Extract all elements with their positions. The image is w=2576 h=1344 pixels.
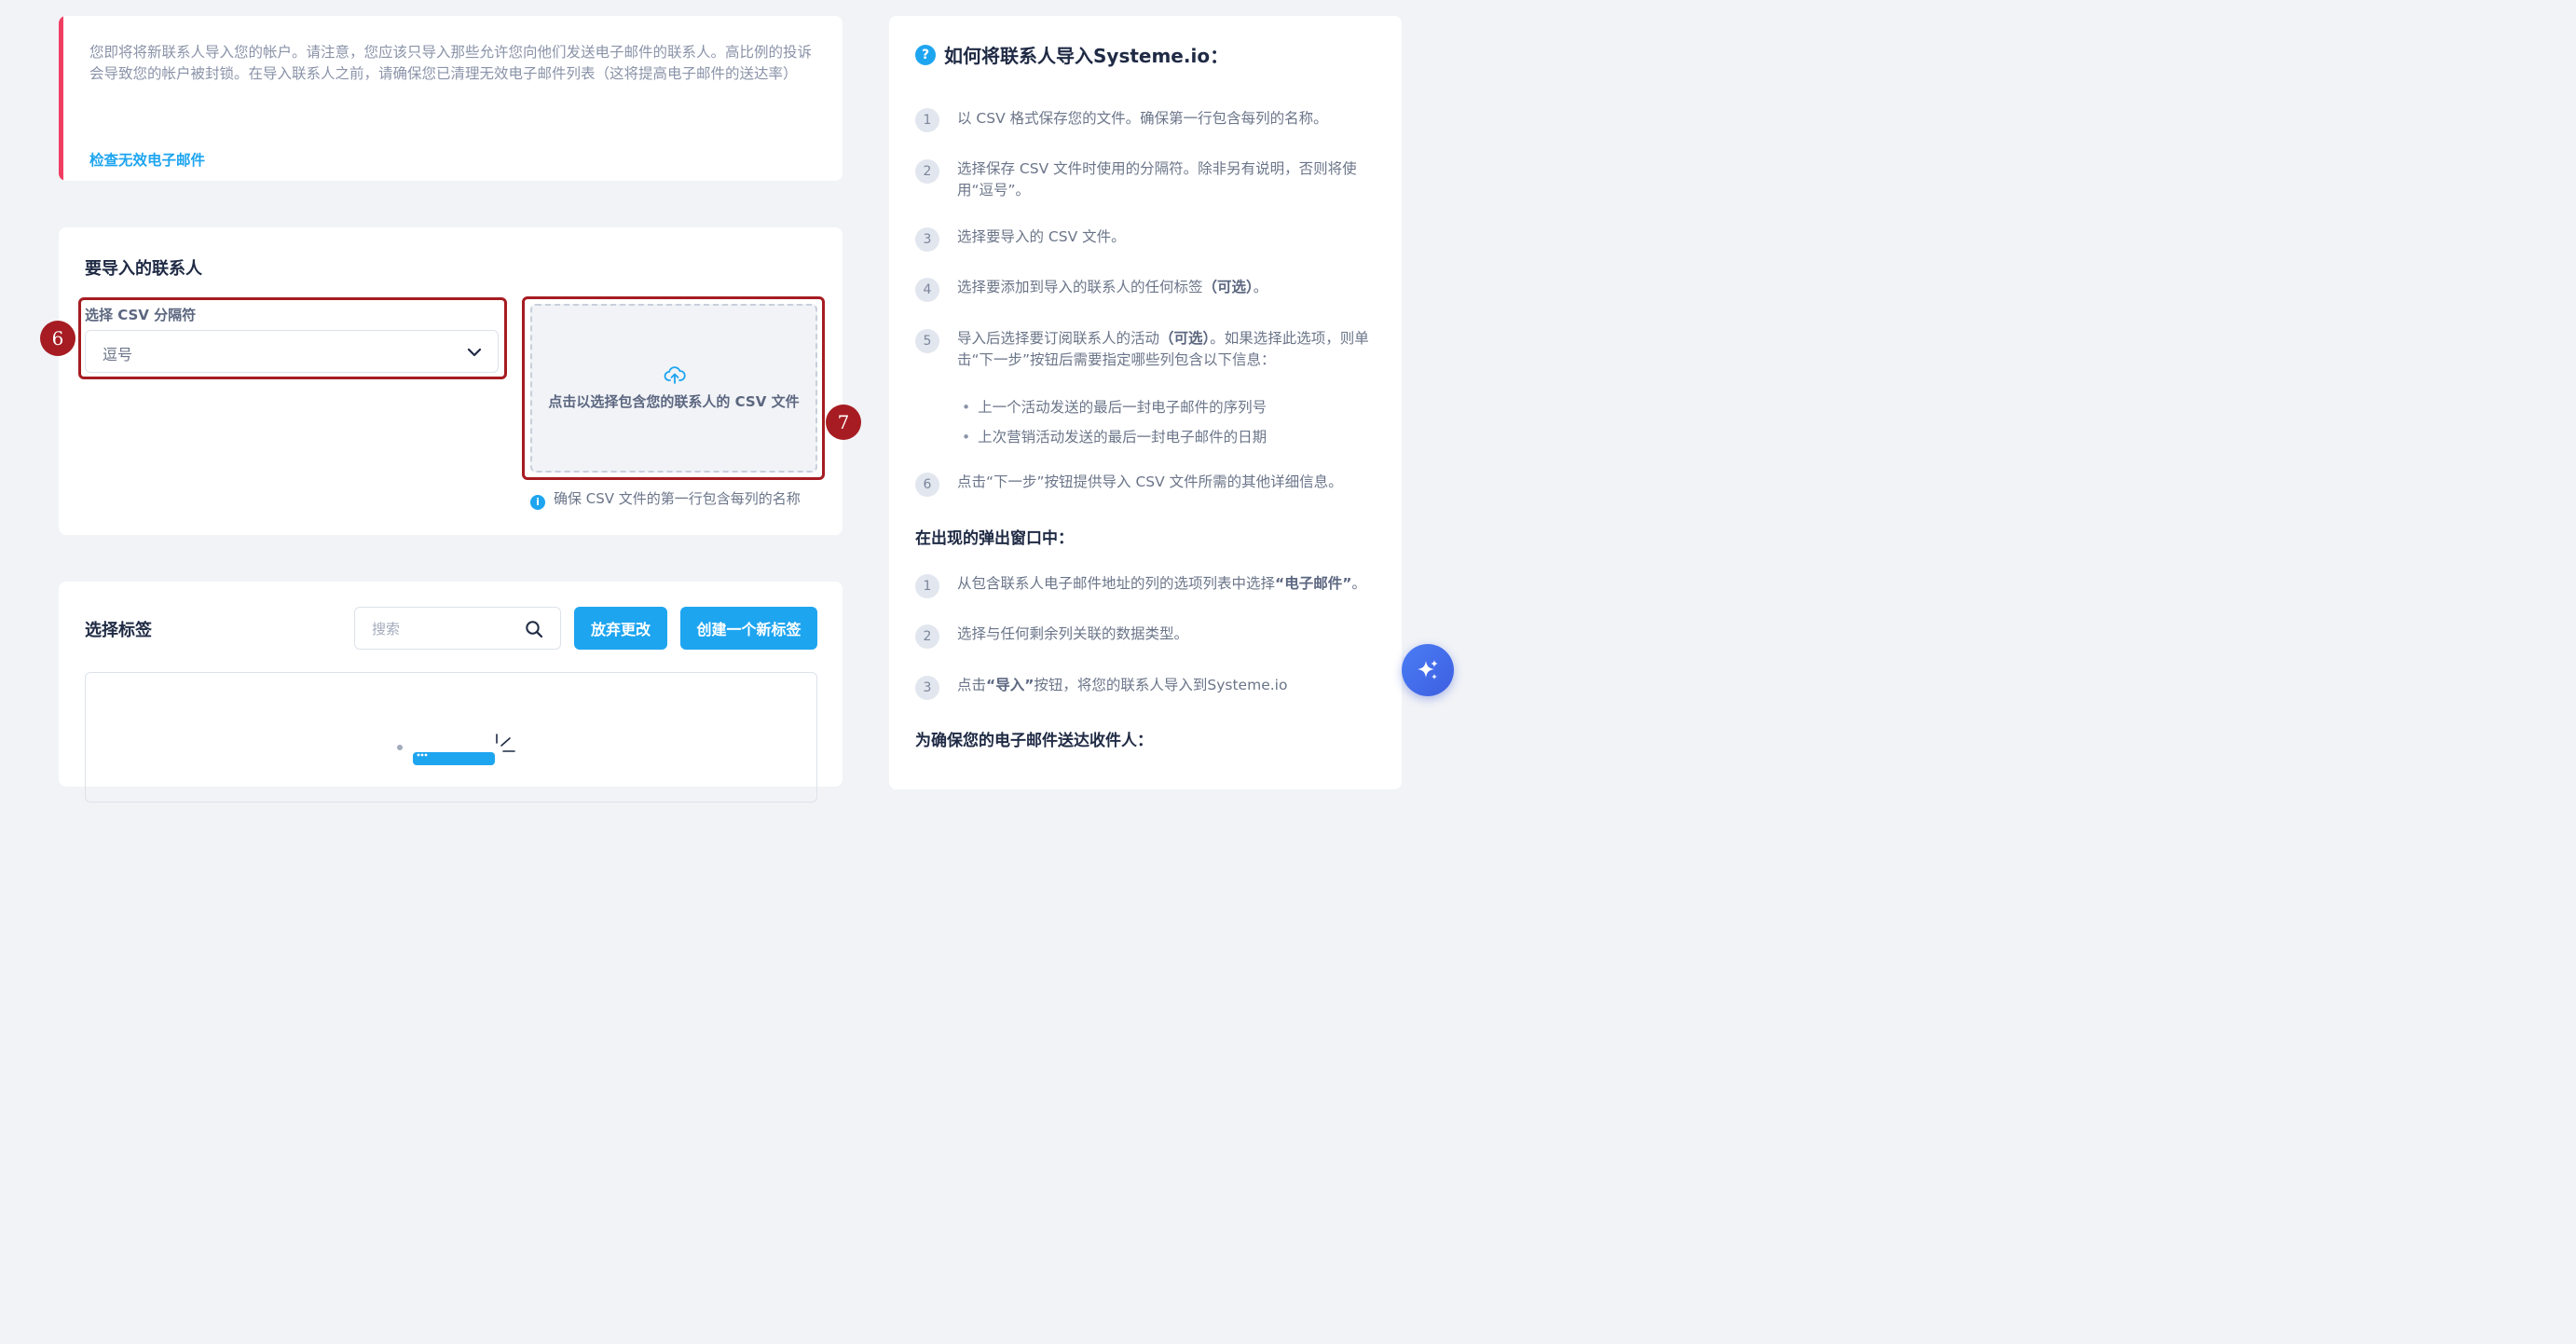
popup-step-text: 选择与任何剩余列关联的数据类型。 — [957, 625, 1189, 642]
select-tags-card: 选择标签 放弃更改 创建一个新标签 — [59, 582, 843, 802]
help-bullet: 上次营销活动发送的最后一封电子邮件的日期 — [962, 426, 1267, 446]
help-step-text-part: 点击 — [957, 677, 987, 693]
sparkle-icon — [1418, 660, 1438, 679]
help-title: 如何将联系人导入Systeme.io： — [944, 45, 1229, 67]
help-step-text-part: 。 — [1253, 279, 1268, 295]
popup-step-number: 2 — [915, 624, 939, 649]
help-step-text: 点击“下一步”按钮提供导入 CSV 文件所需的其他详细信息。 — [957, 473, 1343, 490]
empty-state-illustration-icon — [397, 734, 515, 765]
help-step-number: 5 — [915, 329, 939, 353]
optional-label: （可选） — [1159, 330, 1211, 347]
help-step-text: 选择要添加到导入的联系人的任何标签（可选）。 — [957, 277, 1381, 298]
help-question-icon: ? — [915, 45, 936, 65]
search-icon[interactable] — [525, 620, 543, 638]
deliverability-heading: 为确保您的电子邮件送达收件人： — [915, 732, 1153, 750]
help-step-text-part: 导入后选择要订阅联系人的活动 — [957, 330, 1160, 347]
warning-accent-bar — [59, 16, 63, 181]
popup-step-text: 点击“导入”按钮，将您的联系人导入到Systeme.io — [957, 675, 1381, 696]
popup-step-text: 从包含联系人电子邮件地址的列的选项列表中选择“电子邮件”。 — [957, 573, 1381, 595]
help-step-text: 选择保存 CSV 文件时使用的分隔符。除非另有说明，否则将使用“逗号”。 — [957, 160, 1357, 199]
help-step-number: 1 — [915, 108, 939, 132]
create-new-tag-button[interactable]: 创建一个新标签 — [680, 607, 817, 650]
step-marker-6: 6 — [40, 321, 75, 356]
warning-text: 您即将将新联系人导入您的帐户。请注意，您应该只导入那些允许您向他们发送电子邮件的… — [89, 44, 813, 82]
tag-search-box — [354, 607, 561, 650]
ai-assistant-button[interactable] — [1402, 644, 1454, 696]
highlight-box-dropzone — [522, 296, 825, 480]
tags-card-title: 选择标签 — [85, 621, 152, 640]
help-step-number: 4 — [915, 278, 939, 302]
discard-changes-button[interactable]: 放弃更改 — [574, 607, 667, 650]
help-step-text-part: 。 — [1351, 575, 1366, 592]
help-step-text: 导入后选择要订阅联系人的活动（可选）。如果选择此选项，则单击“下一步”按钮后需要… — [957, 328, 1381, 370]
help-step-text-part: 按钮，将您的联系人导入到Systeme.io — [1034, 677, 1288, 693]
import-help-panel: ? 如何将联系人导入Systeme.io： 1 以 CSV 格式保存您的文件。确… — [889, 16, 1402, 789]
info-icon: i — [530, 495, 545, 510]
import-warning-card: 您即将将新联系人导入您的帐户。请注意，您应该只导入那些允许您向他们发送电子邮件的… — [59, 16, 843, 181]
help-step-number: 2 — [915, 159, 939, 184]
contacts-to-import-card: 要导入的联系人 选择 CSV 分隔符 逗号 点击以选择包含您的联系人的 CSV … — [59, 227, 843, 535]
email-option-label: “电子邮件” — [1275, 575, 1352, 592]
help-step-text-part: 从包含联系人电子邮件地址的列的选项列表中选择 — [957, 575, 1276, 592]
help-step-number: 6 — [915, 473, 939, 497]
contacts-card-title: 要导入的联系人 — [85, 259, 202, 279]
help-step-text-part: 选择要添加到导入的联系人的任何标签 — [957, 279, 1203, 295]
popup-step-number: 1 — [915, 574, 939, 598]
optional-label: （可选） — [1202, 279, 1254, 295]
step-marker-7: 7 — [826, 405, 861, 440]
popup-heading: 在出现的弹出窗口中： — [915, 529, 1074, 548]
check-invalid-emails-link[interactable]: 检查无效电子邮件 — [89, 149, 205, 170]
tag-search-input[interactable] — [370, 617, 523, 641]
import-button-label: “导入” — [986, 677, 1035, 693]
popup-step-number: 3 — [915, 676, 939, 700]
csv-header-note-text: 确保 CSV 文件的第一行包含每列的名称 — [554, 490, 801, 507]
help-step-text: 选择要导入的 CSV 文件。 — [957, 228, 1126, 245]
csv-header-note: i 确保 CSV 文件的第一行包含每列的名称 — [530, 488, 801, 510]
tags-list-area — [85, 672, 817, 802]
help-bullet: 上一个活动发送的最后一封电子邮件的序列号 — [962, 396, 1267, 417]
highlight-box-separator — [78, 297, 507, 379]
help-step-number: 3 — [915, 227, 939, 252]
help-step-text: 以 CSV 格式保存您的文件。确保第一行包含每列的名称。 — [957, 110, 1328, 127]
